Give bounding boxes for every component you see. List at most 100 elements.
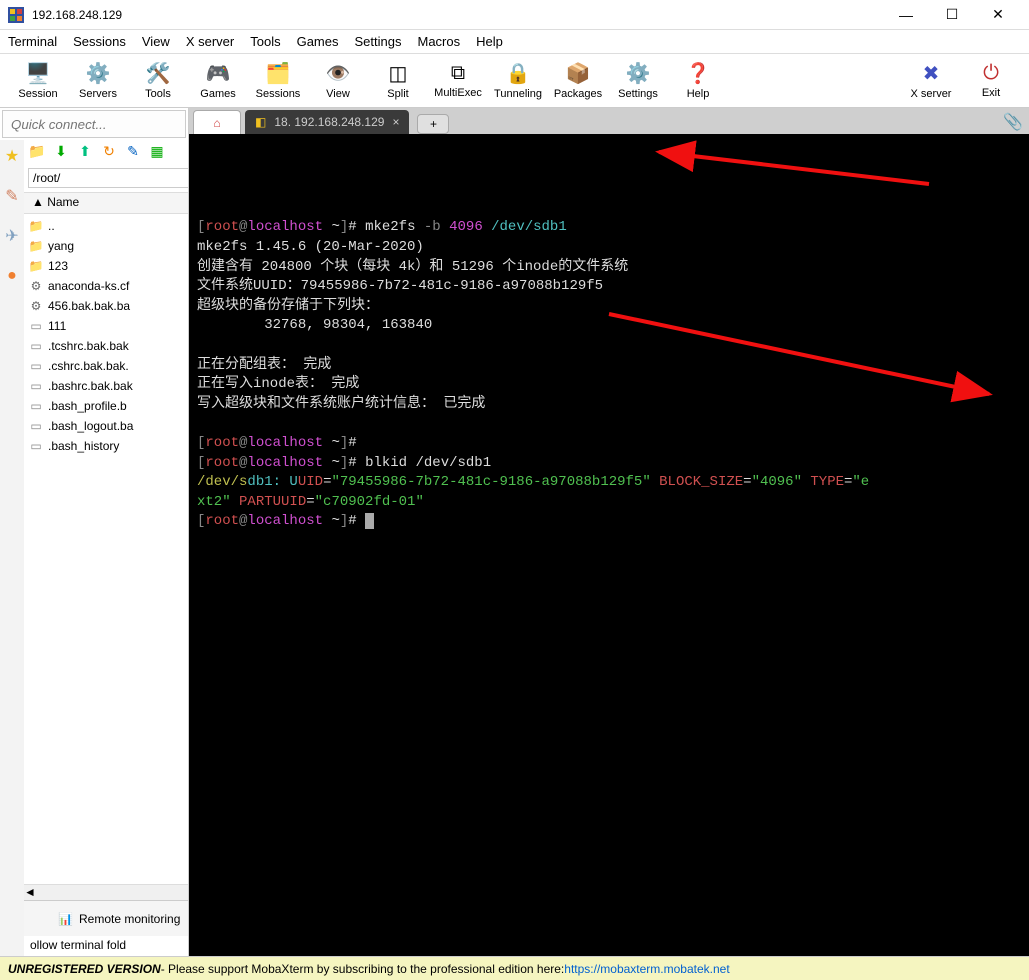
gear-icon: ⚙ bbox=[28, 299, 44, 313]
file-item[interactable]: ▭ .bash_history bbox=[28, 436, 188, 456]
split-label: Split bbox=[387, 88, 408, 100]
footer-text: - Please support MobaXterm by subscribin… bbox=[161, 962, 565, 976]
xserver-button[interactable]: ✖X server bbox=[901, 56, 961, 106]
menu-sessions[interactable]: Sessions bbox=[73, 34, 126, 49]
side-tab-edit[interactable]: ✎ bbox=[0, 184, 24, 208]
view-button[interactable]: 👁️View bbox=[308, 56, 368, 106]
menu-terminal[interactable]: Terminal bbox=[8, 34, 57, 49]
left-panel: ★✎✈● 📁⬇⬆↻✎▦ ✔ ▲ Name 📁..📁yang📁123⚙anacon… bbox=[0, 108, 189, 956]
cursor bbox=[365, 513, 374, 529]
path-input[interactable] bbox=[28, 168, 188, 188]
home-icon: ⌂ bbox=[213, 116, 220, 130]
h-scrollbar[interactable]: ◄► bbox=[24, 884, 188, 900]
menu-help[interactable]: Help bbox=[476, 34, 503, 49]
session-button[interactable]: 🖥️Session bbox=[8, 56, 68, 106]
file-item[interactable]: ⚙ 456.bak.bak.ba bbox=[28, 296, 188, 316]
sessions-icon: 🗂️ bbox=[266, 61, 291, 86]
file-item[interactable]: ▭111 bbox=[28, 316, 188, 336]
file-list-header[interactable]: ▲ Name bbox=[24, 192, 188, 214]
tools-button[interactable]: 🛠️Tools bbox=[128, 56, 188, 106]
file-name: .cshrc.bak.bak. bbox=[48, 359, 129, 373]
file-name: 123 bbox=[48, 259, 68, 273]
terminal[interactable]: [root@localhost ~]# mke2fs -b 4096 /dev/… bbox=[189, 134, 1029, 956]
add-tab-button[interactable]: + bbox=[417, 114, 449, 134]
menu-settings[interactable]: Settings bbox=[355, 34, 402, 49]
terminal-line: 正在写入inode表： 完成 bbox=[197, 375, 1021, 395]
side-tab-globe[interactable]: ● bbox=[0, 264, 24, 288]
multiexec-button[interactable]: ⧉ MultiExec bbox=[428, 56, 488, 106]
monitor-icon: 📊 bbox=[58, 912, 73, 926]
sftp-edit-button[interactable]: ✎ bbox=[124, 143, 142, 161]
terminal-line: [root@localhost ~]# blkid /dev/sdb1 bbox=[197, 454, 1021, 474]
session-icon: 🖥️ bbox=[26, 61, 51, 86]
file-icon: ▭ bbox=[28, 399, 44, 413]
file-item[interactable]: ▭.tcshrc.bak.bak bbox=[28, 336, 188, 356]
follow-terminal-option[interactable]: ollow terminal fold bbox=[24, 936, 188, 956]
multiexec-icon: ⧉ bbox=[451, 62, 465, 85]
file-item[interactable]: ▭.bash_logout.ba bbox=[28, 416, 188, 436]
menu-macros[interactable]: Macros bbox=[417, 34, 460, 49]
terminal-line: [root@localhost ~]# mke2fs -b 4096 /dev/… bbox=[197, 218, 1021, 238]
side-toolbar: 📁 ⬇ ⬆ ↻ ✎ ▦ bbox=[24, 140, 188, 164]
titlebar: 192.168.248.129 — ☐ ✕ bbox=[0, 0, 1029, 30]
remote-monitoring-label: Remote monitoring bbox=[79, 912, 180, 926]
sftp-upload-button[interactable]: ⬆ bbox=[76, 143, 94, 161]
terminal-area: ⌂ ◧ 18. 192.168.248.129 × + 📎 [root@loca… bbox=[189, 108, 1029, 956]
sftp-grid-button[interactable]: ▦ bbox=[148, 143, 166, 161]
close-button[interactable]: ✕ bbox=[975, 0, 1021, 30]
file-item[interactable]: 📁.. bbox=[28, 216, 188, 236]
help-icon: ❓ bbox=[686, 61, 711, 86]
attach-icon[interactable]: 📎 bbox=[1003, 112, 1023, 132]
minimize-button[interactable]: — bbox=[883, 0, 929, 30]
file-item[interactable]: 📁123 bbox=[28, 256, 188, 276]
view-label: View bbox=[326, 88, 350, 100]
packages-button[interactable]: 📦Packages bbox=[548, 56, 608, 106]
games-button[interactable]: 🎮Games bbox=[188, 56, 248, 106]
servers-button[interactable]: ⚙️Servers bbox=[68, 56, 128, 106]
sessions-button[interactable]: 🗂️ Sessions bbox=[248, 56, 308, 106]
exit-icon: ⏻ bbox=[983, 62, 999, 85]
settings-button[interactable]: ⚙️Settings bbox=[608, 56, 668, 106]
file-name: .bash_history bbox=[48, 439, 119, 453]
file-item[interactable]: 📁yang bbox=[28, 236, 188, 256]
sessions-label: Sessions bbox=[256, 88, 301, 100]
xserver-icon: ✖ bbox=[923, 61, 940, 86]
menu-games[interactable]: Games bbox=[297, 34, 339, 49]
menu-x-server[interactable]: X server bbox=[186, 34, 234, 49]
exit-button[interactable]: ⏻Exit bbox=[961, 56, 1021, 106]
quick-connect-input[interactable] bbox=[2, 110, 186, 138]
split-button[interactable]: ◫Split bbox=[368, 56, 428, 106]
sftp-refresh-button[interactable]: ↻ bbox=[100, 143, 118, 161]
file-icon: ▭ bbox=[28, 419, 44, 433]
tools-icon: 🛠️ bbox=[146, 61, 171, 86]
menubar: Terminal Sessions View X server Tools Games Se… bbox=[0, 30, 1029, 54]
tab-active[interactable]: ◧ 18. 192.168.248.129 × bbox=[245, 110, 409, 134]
sftp-download-button[interactable]: ⬇ bbox=[52, 143, 70, 161]
remote-monitoring-button[interactable]: 📊 Remote monitoring bbox=[24, 900, 188, 936]
side-tab-favorites[interactable]: ★ bbox=[0, 144, 24, 168]
file-name: 456.bak.bak.ba bbox=[48, 299, 130, 313]
file-item[interactable]: ⚙anaconda-ks.cf bbox=[28, 276, 188, 296]
terminal-line: 超级块的备份存储于下列块： bbox=[197, 297, 1021, 317]
multiexec-label: MultiExec bbox=[434, 87, 482, 99]
file-name: .. bbox=[48, 219, 55, 233]
menu-tools[interactable]: Tools bbox=[250, 34, 280, 49]
file-name: .bashrc.bak.bak bbox=[48, 379, 133, 393]
terminal-line: 32768, 98304, 163840 bbox=[197, 316, 1021, 336]
menu-view[interactable]: View bbox=[142, 34, 170, 49]
tunneling-label: Tunneling bbox=[494, 88, 542, 100]
home-tab[interactable]: ⌂ bbox=[193, 110, 241, 134]
settings-icon: ⚙️ bbox=[626, 61, 651, 86]
file-item[interactable]: ▭.bash_profile.b bbox=[28, 396, 188, 416]
footer-link[interactable]: https://mobaxterm.mobatek.net bbox=[564, 962, 729, 976]
file-item[interactable]: ▭.cshrc.bak.bak. bbox=[28, 356, 188, 376]
file-icon: ▭ bbox=[28, 439, 44, 453]
help-button[interactable]: ❓ Help bbox=[668, 56, 728, 106]
tab-close-button[interactable]: × bbox=[392, 115, 399, 129]
sftp-folder-button[interactable]: 📁 bbox=[28, 143, 46, 161]
side-tab-send[interactable]: ✈ bbox=[0, 224, 24, 248]
maximize-button[interactable]: ☐ bbox=[929, 0, 975, 30]
help-label: Help bbox=[687, 88, 710, 100]
file-item[interactable]: ▭.bashrc.bak.bak bbox=[28, 376, 188, 396]
tunneling-button[interactable]: 🔒Tunneling bbox=[488, 56, 548, 106]
